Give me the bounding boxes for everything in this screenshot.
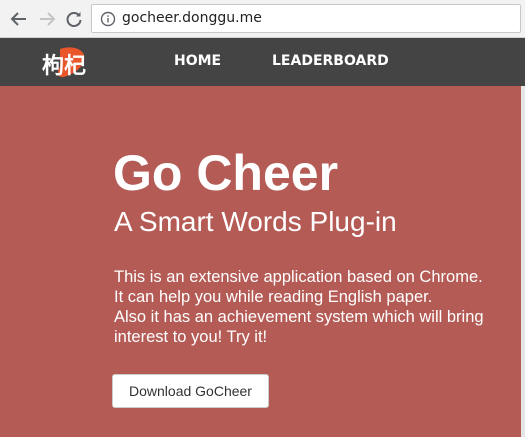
url-text[interactable]: gocheer.donggu.me xyxy=(122,10,262,26)
reload-icon[interactable] xyxy=(64,9,84,29)
back-arrow-icon[interactable] xyxy=(9,9,29,29)
hero-section: Go Cheer A Smart Words Plug-in This is a… xyxy=(0,86,525,437)
forward-arrow-icon[interactable] xyxy=(37,9,57,29)
description-line: interest to you! Try it! xyxy=(114,328,268,346)
nav-link-leaderboard[interactable]: LEADERBOARD xyxy=(272,53,389,69)
info-icon[interactable] xyxy=(100,11,116,27)
site-logo[interactable]: 枸杞 xyxy=(38,43,96,81)
description-line: It can help you while reading English pa… xyxy=(114,288,433,306)
svg-text:枸杞: 枸杞 xyxy=(42,53,86,79)
hero-description: This is an extensive application based o… xyxy=(114,267,519,347)
description-line: This is an extensive application based o… xyxy=(114,268,483,286)
hero-title: Go Cheer xyxy=(113,145,339,201)
site-navbar: 枸杞 HOME LEADERBOARD xyxy=(0,38,525,86)
description-line: Also it has an achievement system which … xyxy=(114,308,484,326)
browser-toolbar: gocheer.donggu.me xyxy=(0,0,525,38)
hero-subtitle: A Smart Words Plug-in xyxy=(114,206,397,237)
nav-link-home[interactable]: HOME xyxy=(174,53,221,69)
address-bar[interactable]: gocheer.donggu.me xyxy=(91,4,521,33)
download-button[interactable]: Download GoCheer xyxy=(112,374,269,408)
scrollbar-edge xyxy=(521,86,525,437)
